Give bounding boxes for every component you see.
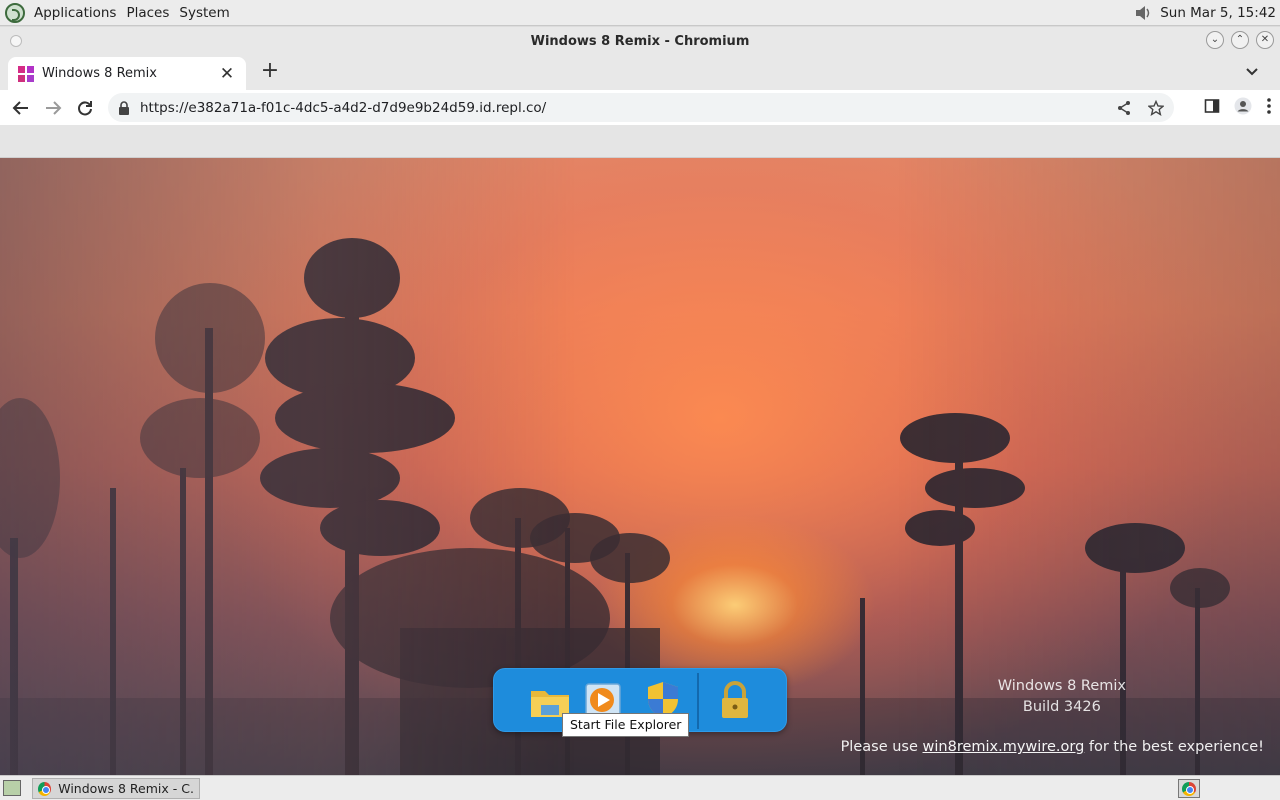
chromium-tray-glyph-icon [1182,781,1196,796]
lock-screen-icon[interactable] [712,677,758,723]
clock[interactable]: Sun Mar 5, 15:42 [1160,5,1276,21]
dock-divider [697,673,699,729]
profile-icon[interactable] [1234,97,1252,115]
forward-arrow-icon [46,100,62,115]
minimize-button[interactable]: ⌄ [1206,31,1224,49]
show-desktop-icon[interactable] [3,780,21,796]
best-experience-notice: Please use win8remix.mywire.org for the … [841,739,1264,755]
reload-icon [78,100,92,115]
window-title: Windows 8 Remix - Chromium [530,33,750,49]
top-panel: Applications Places System Sun Mar 5, 15… [0,0,1280,26]
browser-info-bar [0,125,1280,158]
close-window-button[interactable]: ✕ [1256,31,1274,49]
side-panel-icon[interactable] [1204,98,1220,114]
tray-chromium-icon[interactable] [1178,779,1200,798]
windows-logo-icon [18,65,34,82]
window-controls: ⌄ ⌃ ✕ [1206,31,1274,49]
back-button[interactable] [5,92,37,124]
tab-strip: Windows 8 Remix ✕ + [0,55,1280,90]
forward-button[interactable] [37,92,69,124]
share-icon[interactable] [1116,100,1132,116]
window-title-bar[interactable]: Windows 8 Remix - Chromium ⌄ ⌃ ✕ [0,27,1280,55]
volume-icon[interactable] [1132,2,1154,24]
panel-right: Sun Mar 5, 15:42 [1132,2,1280,24]
notice-suffix: for the best experience! [1084,739,1264,755]
watermark-title: Windows 8 Remix [997,678,1126,694]
web-page-desktop[interactable]: Windows 8 Remix Build 3426 Please use wi… [0,158,1280,775]
taskbar-window-label: Windows 8 Remix - C... [58,781,194,796]
lock-icon[interactable] [118,100,130,115]
taskbar-window-button[interactable]: Windows 8 Remix - C... [32,778,200,799]
tab-windows-8-remix[interactable]: Windows 8 Remix ✕ [8,57,246,90]
tab-search-chevron-icon[interactable] [1244,64,1260,80]
maximize-button[interactable]: ⌃ [1231,31,1249,49]
build-watermark: Windows 8 Remix Build 3426 [998,676,1126,718]
toolbar-right [1204,97,1272,115]
bookmark-star-icon[interactable] [1148,99,1164,116]
panel-menus: Applications Places System [29,0,235,26]
address-bar[interactable]: https://e382a71a-f01c-4dc5-a4d2-d7d9e9b2… [108,93,1174,122]
tab-title: Windows 8 Remix [42,66,157,81]
new-tab-button[interactable]: + [259,60,281,83]
places-menu[interactable]: Places [121,5,174,21]
url-text[interactable]: https://e382a71a-f01c-4dc5-a4d2-d7d9e9b2… [140,100,1116,116]
browser-toolbar: https://e382a71a-f01c-4dc5-a4d2-d7d9e9b2… [0,90,1280,125]
chromium-icon [38,781,52,796]
reload-button[interactable] [69,92,101,124]
notice-prefix: Please use [840,739,923,755]
window-menu-icon[interactable] [10,35,22,47]
win8remix-link[interactable]: win8remix.mywire.org [923,739,1085,755]
distro-logo-icon[interactable] [5,2,25,23]
more-menu-icon[interactable] [1266,97,1272,115]
bottom-panel: Windows 8 Remix - C... [0,775,1280,800]
back-arrow-icon [12,100,28,115]
system-menu[interactable]: System [174,5,234,21]
omnibox-actions [1116,99,1164,116]
close-tab-button[interactable]: ✕ [218,64,236,84]
applications-menu[interactable]: Applications [29,5,121,21]
watermark-build: Build 3426 [1022,699,1101,715]
dock-tooltip: Start File Explorer [562,713,690,737]
